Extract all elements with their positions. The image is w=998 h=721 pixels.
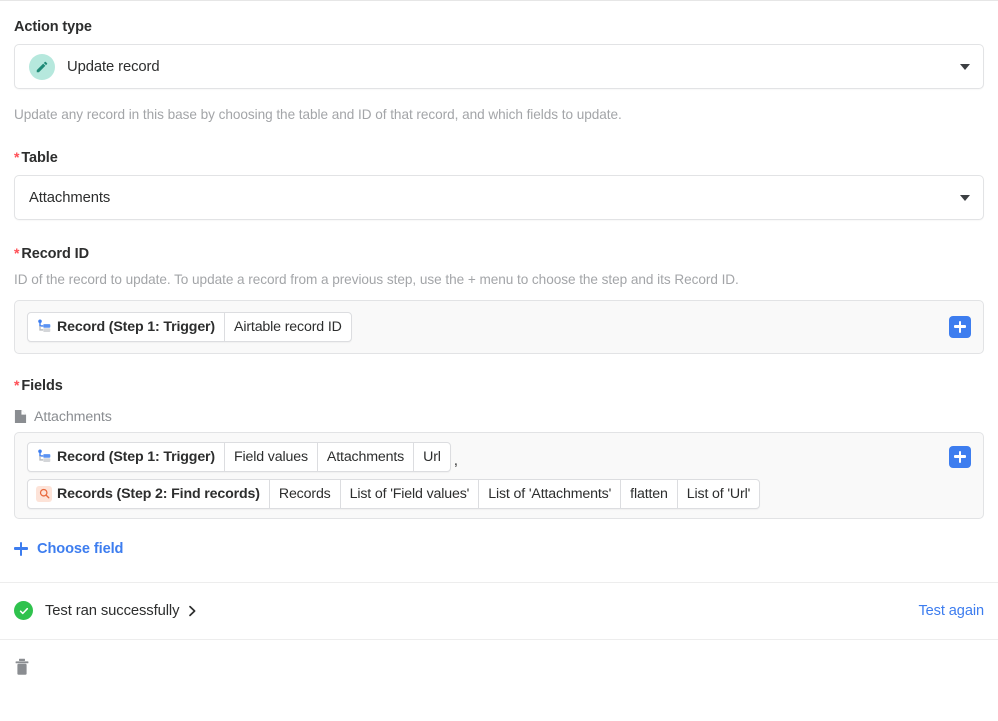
- chip-segment: flatten: [620, 479, 677, 508]
- trash-icon[interactable]: [14, 658, 30, 676]
- chip-segment: Records (Step 2: Find records): [28, 480, 269, 508]
- document-icon: [14, 409, 27, 424]
- chip-segment: List of 'Attachments': [478, 479, 620, 508]
- chevron-down-icon: [960, 63, 970, 70]
- chip-segment: List of 'Url': [676, 479, 759, 508]
- required-marker: *: [14, 245, 20, 262]
- fields-input[interactable]: Record (Step 1: Trigger) Field values At…: [14, 431, 984, 519]
- chip-segment: Records: [268, 479, 340, 508]
- workflow-trigger-icon: [36, 449, 52, 465]
- footer-actions: [0, 640, 998, 694]
- chip-segment: Attachments: [316, 442, 413, 471]
- record-id-label: * Record ID: [14, 245, 984, 262]
- chip-segment: List of 'Field values': [339, 479, 479, 508]
- token-chip[interactable]: Record (Step 1: Trigger) Field values At…: [27, 441, 451, 472]
- plus-icon: [958, 320, 962, 333]
- subfield-label-text: Attachments: [34, 408, 112, 425]
- workflow-trigger-icon: [36, 319, 52, 335]
- plus-icon: [14, 541, 28, 556]
- test-again-button[interactable]: Test again: [918, 603, 984, 619]
- fields-label: * Fields: [14, 377, 984, 394]
- chip-segment: Record (Step 1: Trigger): [28, 443, 224, 471]
- table-select[interactable]: Attachments: [14, 175, 984, 221]
- chip-label: Records (Step 2: Find records): [57, 485, 260, 502]
- test-status[interactable]: Test ran successfully: [14, 601, 197, 621]
- token-chip[interactable]: Records (Step 2: Find records) Records L…: [27, 478, 761, 509]
- action-type-description: Update any record in this base by choosi…: [14, 107, 622, 122]
- table-label-text: Table: [21, 150, 58, 167]
- action-type-label: Action type: [14, 19, 92, 35]
- choose-field-label: Choose field: [37, 540, 124, 557]
- token-row: Records (Step 2: Find records) Records L…: [27, 478, 971, 509]
- token-chip[interactable]: Record (Step 1: Trigger) Airtable record…: [27, 311, 352, 342]
- pencil-icon: [29, 53, 55, 80]
- success-check-icon: [14, 601, 33, 621]
- token-separator: ,: [453, 452, 458, 469]
- action-type-select[interactable]: Update record: [14, 44, 984, 89]
- chip-segment: Field values: [224, 442, 317, 471]
- table-value: Attachments: [29, 189, 111, 206]
- token-row: Record (Step 1: Trigger) Field values At…: [27, 441, 971, 472]
- chip-label: Record (Step 1: Trigger): [57, 318, 216, 335]
- chip-segment: Url: [413, 442, 450, 471]
- table-label: * Table: [14, 149, 984, 166]
- test-status-text: Test ran successfully: [45, 602, 180, 619]
- chip-segment: Record (Step 1: Trigger): [28, 313, 224, 341]
- test-status-row: Test ran successfully Test again: [0, 583, 998, 639]
- action-type-section: Action type Update record Update any rec…: [0, 1, 998, 124]
- choose-field-button[interactable]: Choose field: [14, 541, 123, 557]
- required-marker: *: [14, 149, 20, 166]
- chevron-down-icon: [960, 194, 970, 201]
- add-token-button[interactable]: [949, 315, 971, 338]
- record-id-description: ID of the record to update. To update a …: [14, 272, 739, 288]
- search-icon: [36, 485, 52, 502]
- record-id-input[interactable]: Record (Step 1: Trigger) Airtable record…: [14, 299, 984, 354]
- record-id-label-text: Record ID: [21, 246, 89, 263]
- table-section: * Table Attachments: [0, 124, 998, 221]
- action-setup-panel: Action type Update record Update any rec…: [0, 0, 998, 721]
- token-row: Record (Step 1: Trigger) Airtable record…: [27, 311, 352, 342]
- subfield-attachments-label: Attachments: [14, 409, 984, 425]
- chevron-right-icon[interactable]: [188, 605, 197, 617]
- action-type-value: Update record: [67, 58, 160, 75]
- required-marker: *: [14, 376, 20, 393]
- fields-section: * Fields Attachments Record (Step 1: Tri…: [0, 354, 998, 561]
- chip-segment: Airtable record ID: [224, 312, 351, 341]
- fields-label-text: Fields: [21, 377, 63, 394]
- plus-icon: [958, 450, 962, 463]
- chip-label: Record (Step 1: Trigger): [57, 448, 216, 465]
- add-token-button[interactable]: [949, 445, 971, 468]
- record-id-section: * Record ID ID of the record to update. T…: [0, 220, 998, 354]
